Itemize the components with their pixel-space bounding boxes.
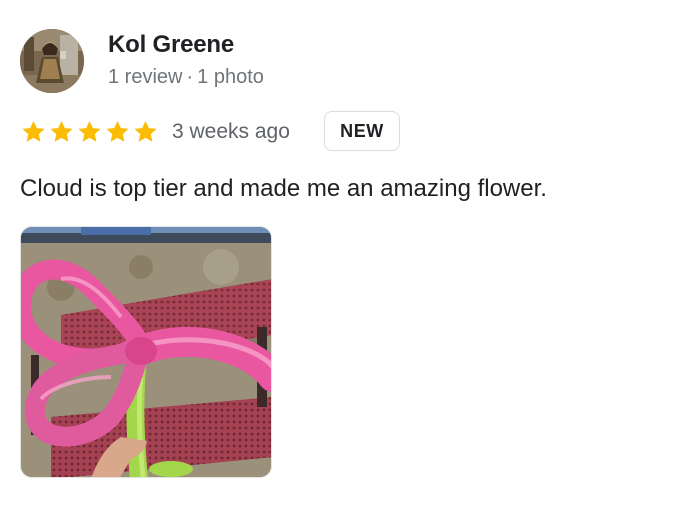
photo-count: 1 photo [197,66,264,88]
reviewer-meta: 1 review · 1 photo [108,66,264,89]
review-date: 3 weeks ago [172,120,290,143]
balloon-flower-photo [21,227,271,477]
star-icon [50,120,73,142]
review-text: Cloud is top tier and made me an amazing… [20,175,547,202]
reviewer-avatar[interactable] [20,29,84,93]
star-icon [22,120,45,142]
star-icon [78,120,101,142]
star-icon [106,120,129,142]
avatar-photo [20,29,84,93]
star-rating [20,117,159,147]
review-photo[interactable] [20,226,272,478]
meta-separator: · [186,66,194,88]
review-count: 1 review [108,66,183,88]
new-badge: NEW [324,111,400,151]
star-icon [134,120,157,142]
reviewer-name[interactable]: Kol Greene [108,31,234,59]
